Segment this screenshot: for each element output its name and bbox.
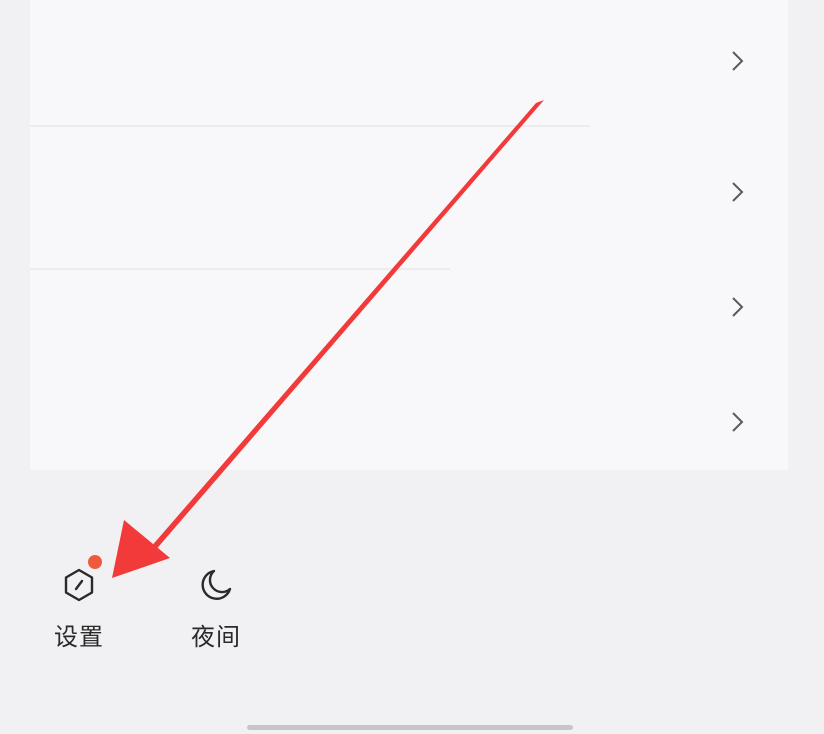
annotation-arrow [112, 100, 544, 578]
